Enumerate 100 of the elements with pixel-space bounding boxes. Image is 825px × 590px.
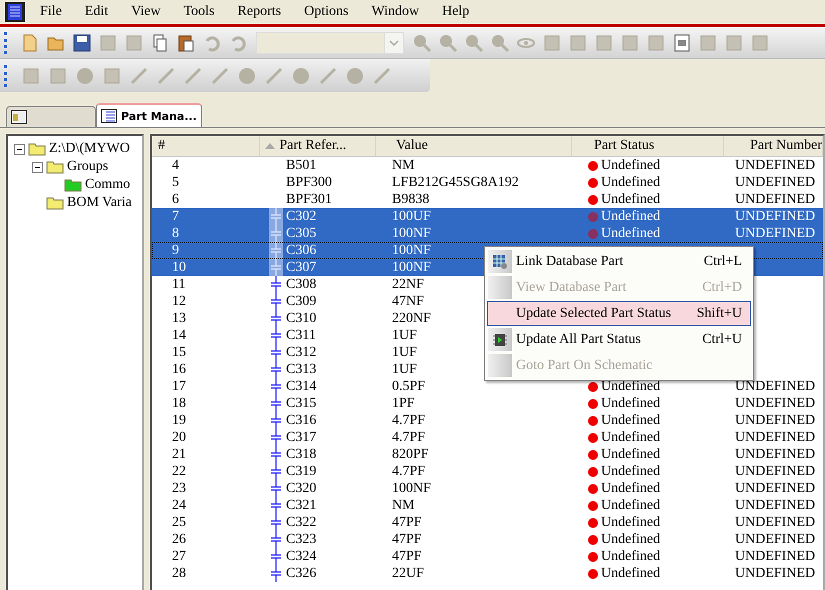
table-cell: 19 [172,412,186,429]
table-cell: 4 [172,157,179,174]
table-cell: Undefined [601,514,660,531]
table-cell: 14 [172,327,186,344]
table-cell: 10 [172,259,186,276]
table-cell: C311 [286,327,316,344]
table-cell: C324 [286,548,316,565]
table-cell: UNDEFINED [735,514,816,531]
table-cell: 47PF [392,548,422,565]
table-cell: C312 [286,344,316,361]
table-cell: BPF300 [286,174,332,191]
table-cell: 100UF [392,208,431,225]
table-cell: LFB212G45SG8A192 [392,174,519,191]
table-cell: 4.7PF [392,412,426,429]
table-cell: UNDEFINED [735,225,816,242]
table-cell: C316 [286,412,316,429]
table-cell: C320 [286,480,316,497]
table-cell: 15 [172,344,186,361]
table-cell: C318 [286,446,316,463]
table-cell: Undefined [601,480,660,497]
table-cell: C315 [286,395,316,412]
table-cell: 11 [172,276,186,293]
table-cell: UNDEFINED [735,497,816,514]
table-cell: B501 [286,157,316,174]
table-cell: Undefined [601,378,660,395]
table-cell: 22UF [392,565,424,582]
table-cell: 47NF [392,293,424,310]
table-cell: UNDEFINED [735,446,816,463]
table-cell: UNDEFINED [735,565,816,582]
table-cell: 100NF [392,259,431,276]
table-cell: C313 [286,361,316,378]
table-cell: 4.7PF [392,429,426,446]
table-cell: UNDEFINED [735,548,816,565]
table-cell: 5 [172,174,179,191]
table-cell: 100NF [392,480,431,497]
table-cell: 4.7PF [392,463,426,480]
table-cell: C310 [286,310,316,327]
table-cell: 220NF [392,310,431,327]
table-cell: Undefined [601,446,660,463]
table-cell: 9 [172,242,179,259]
table-cell: UNDEFINED [735,412,816,429]
table-cell: 16 [172,361,186,378]
table-cell: Undefined [601,225,660,242]
table-cell: C321 [286,497,316,514]
table-cell: UNDEFINED [735,174,816,191]
table-cell: 47PF [392,531,422,548]
table-cell: Undefined [601,395,660,412]
table-cell: 20 [172,429,186,446]
table-cell: C317 [286,429,316,446]
table-cell: 1UF [392,361,417,378]
table-cell: 1PF [392,395,415,412]
table-cell: 28 [172,565,186,582]
table-cell: UNDEFINED [735,208,816,225]
table-cell: C306 [286,242,316,259]
table-cell: UNDEFINED [735,480,816,497]
table-cell: Undefined [601,174,660,191]
table-cell: C305 [286,225,316,242]
table-cell: Undefined [601,497,660,514]
table-cell: C326 [286,565,316,582]
table-cell: 8 [172,225,179,242]
table-cell: UNDEFINED [735,191,816,208]
table-cell: UNDEFINED [735,157,816,174]
table-cell: Undefined [601,463,660,480]
table-cell: C309 [286,293,316,310]
table-cell: Undefined [601,157,660,174]
table-cell: UNDEFINED [735,463,816,480]
table-cell: 0.5PF [392,378,426,395]
table-cell: UNDEFINED [735,429,816,446]
table-cell: UNDEFINED [735,395,816,412]
table-cell: 1UF [392,327,417,344]
table-cell: 24 [172,497,186,514]
table-cell: 25 [172,514,186,531]
table-cell: Undefined [601,429,660,446]
table-cell: 820PF [392,446,429,463]
table-cell: UNDEFINED [735,378,816,395]
table-cell: 7 [172,208,179,225]
table-cell: BPF301 [286,191,332,208]
table-cell: 18 [172,395,186,412]
table-cell: B9838 [392,191,430,208]
table-cell: 47PF [392,514,422,531]
table-cell: NM [392,497,415,514]
table-cell: Undefined [601,548,660,565]
table-cell: 12 [172,293,186,310]
table-cell: 13 [172,310,186,327]
table-cell: 22NF [392,276,424,293]
table-cell: 100NF [392,242,431,259]
table-cell: C314 [286,378,316,395]
table-cell: C307 [286,259,316,276]
table-cell: 17 [172,378,186,395]
table-cell: Undefined [601,208,660,225]
table-cell: NM [392,157,415,174]
table-cell: 26 [172,531,186,548]
table-cell: 23 [172,480,186,497]
table-cell: 1UF [392,344,417,361]
table-cell: Undefined [601,565,660,582]
table-cell: 21 [172,446,186,463]
table-cell: C319 [286,463,316,480]
table-cell: UNDEFINED [735,531,816,548]
table-cell: Undefined [601,412,660,429]
table-cell: C308 [286,276,316,293]
